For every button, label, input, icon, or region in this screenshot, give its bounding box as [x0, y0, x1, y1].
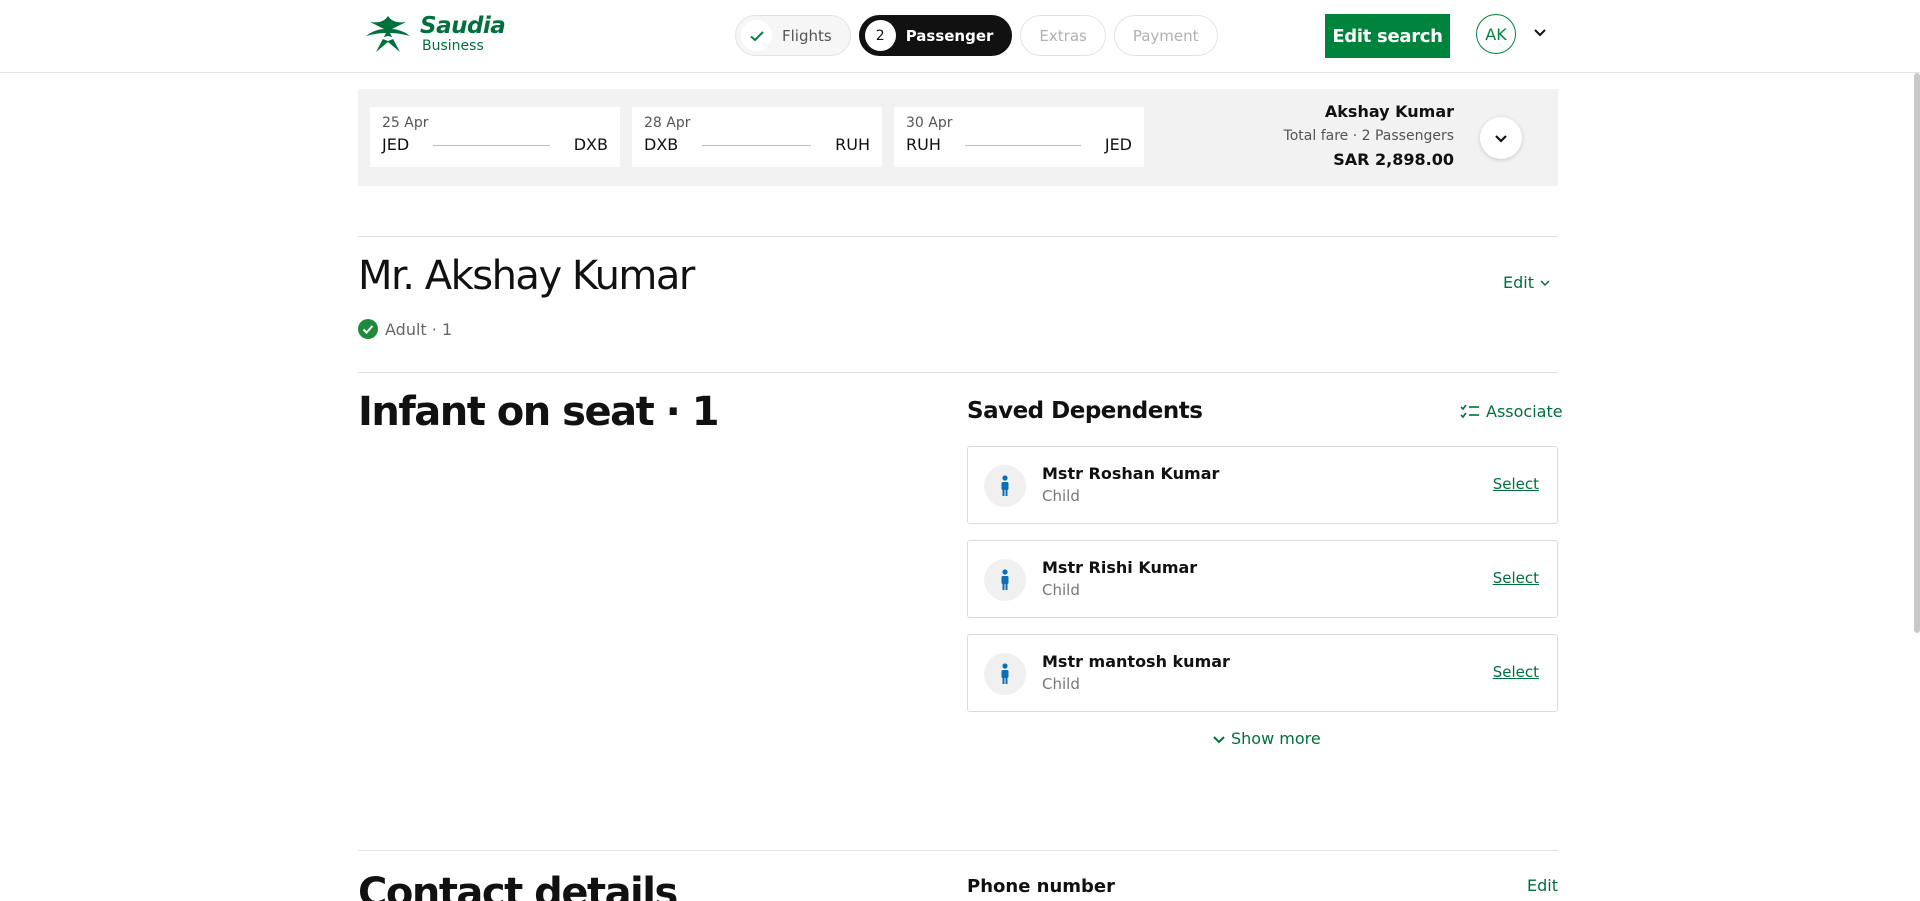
- associate-label: Associate: [1486, 402, 1563, 421]
- booking-stepper: Flights 2 Passenger Extras Payment: [735, 15, 1218, 56]
- dependent-card: Mstr Roshan Kumar Child Select: [967, 446, 1558, 524]
- fare-summary: Akshay Kumar Total fare · 2 Passengers S…: [1284, 102, 1454, 169]
- brand-name: Saudia: [420, 13, 506, 39]
- leg-date: 25 Apr: [382, 115, 429, 131]
- step-passenger[interactable]: 2 Passenger: [858, 15, 1013, 56]
- step-number-badge: 2: [864, 20, 896, 51]
- associate-link[interactable]: Associate: [1460, 402, 1563, 421]
- fare-amount: SAR 2,898.00: [1333, 150, 1454, 169]
- step-payment[interactable]: Payment: [1113, 15, 1218, 56]
- check-circle-icon: [358, 319, 378, 339]
- contact-details-heading: Contact details: [358, 870, 678, 901]
- step-extras[interactable]: Extras: [1020, 15, 1106, 56]
- step-label: Payment: [1132, 26, 1199, 45]
- passenger-type-label: Adult · 1: [385, 319, 453, 339]
- dependent-card: Mstr Rishi Kumar Child Select: [967, 540, 1558, 618]
- checklist-icon: [1460, 404, 1479, 418]
- dependent-card: Mstr mantosh kumar Child Select: [967, 634, 1558, 712]
- edit-search-button[interactable]: Edit search: [1325, 14, 1450, 58]
- passenger-name-heading: Mr. Akshay Kumar: [358, 253, 695, 299]
- infant-heading: Infant on seat · 1: [358, 389, 720, 435]
- person-icon: [984, 465, 1026, 507]
- flight-leg: 25 Apr JED DXB: [370, 107, 620, 167]
- leg-origin: JED: [382, 135, 410, 154]
- brand-sub: Business: [422, 38, 484, 54]
- leg-origin: RUH: [906, 135, 941, 154]
- phone-number-label: Phone number: [967, 876, 1116, 897]
- leg-origin: DXB: [644, 135, 679, 154]
- step-label: Extras: [1039, 26, 1087, 45]
- leg-destination: RUH: [835, 135, 870, 154]
- leg-date: 28 Apr: [644, 115, 691, 131]
- section-divider: [358, 372, 1558, 373]
- leg-date: 30 Apr: [906, 115, 953, 131]
- person-icon: [984, 653, 1026, 695]
- dependent-type: Child: [1042, 581, 1080, 599]
- step-label: Flights: [782, 26, 832, 45]
- leg-destination: DXB: [573, 135, 608, 154]
- top-header: Saudia Business Flights 2 Passenger Extr…: [0, 0, 1920, 73]
- person-icon: [984, 559, 1026, 601]
- flight-leg: 30 Apr RUH JED: [894, 107, 1144, 167]
- step-label: Passenger: [905, 26, 994, 45]
- dependent-name: Mstr mantosh kumar: [1042, 652, 1230, 671]
- itinerary-summary: 25 Apr JED DXB 28 Apr DXB RUH 30 Apr RUH…: [358, 89, 1558, 186]
- select-dependent-link[interactable]: Select: [1493, 475, 1539, 493]
- select-dependent-link[interactable]: Select: [1493, 569, 1539, 587]
- leg-destination: JED: [1104, 135, 1132, 154]
- fare-passenger-name: Akshay Kumar: [1324, 102, 1454, 121]
- palm-logo-icon: [366, 16, 410, 52]
- expand-itinerary-button[interactable]: [1480, 117, 1522, 159]
- show-more-link[interactable]: Show more: [1212, 729, 1321, 748]
- page-scrollbar[interactable]: [1914, 73, 1920, 633]
- dependent-name: Mstr Rishi Kumar: [1042, 558, 1198, 577]
- saudia-business-logo[interactable]: Saudia Business: [358, 12, 506, 56]
- flight-leg: 28 Apr DXB RUH: [632, 107, 882, 167]
- section-divider: [358, 236, 1558, 237]
- route-line: [964, 145, 1081, 146]
- dependent-type: Child: [1042, 487, 1080, 505]
- select-dependent-link[interactable]: Select: [1493, 663, 1539, 681]
- chevron-down-icon[interactable]: [1531, 24, 1549, 42]
- step-flights[interactable]: Flights: [735, 15, 851, 56]
- saved-dependents-heading: Saved Dependents: [967, 398, 1203, 424]
- dependent-type: Child: [1042, 675, 1080, 693]
- chevron-down-icon: [1495, 135, 1507, 143]
- show-more-label: Show more: [1231, 729, 1321, 748]
- route-line: [433, 145, 550, 146]
- edit-contact-link[interactable]: Edit: [1527, 876, 1558, 895]
- route-line: [702, 145, 812, 146]
- fare-label: Total fare · 2 Passengers: [1283, 128, 1454, 144]
- passenger-type: Adult · 1: [358, 319, 452, 339]
- edit-passenger-link[interactable]: Edit: [1503, 273, 1551, 292]
- section-divider: [358, 850, 1558, 851]
- check-icon: [741, 20, 772, 51]
- chevron-down-icon: [1213, 735, 1225, 743]
- chevron-down-icon: [1540, 279, 1550, 286]
- avatar[interactable]: AK: [1476, 14, 1516, 54]
- edit-label: Edit: [1503, 273, 1534, 292]
- dependent-name: Mstr Roshan Kumar: [1042, 464, 1220, 483]
